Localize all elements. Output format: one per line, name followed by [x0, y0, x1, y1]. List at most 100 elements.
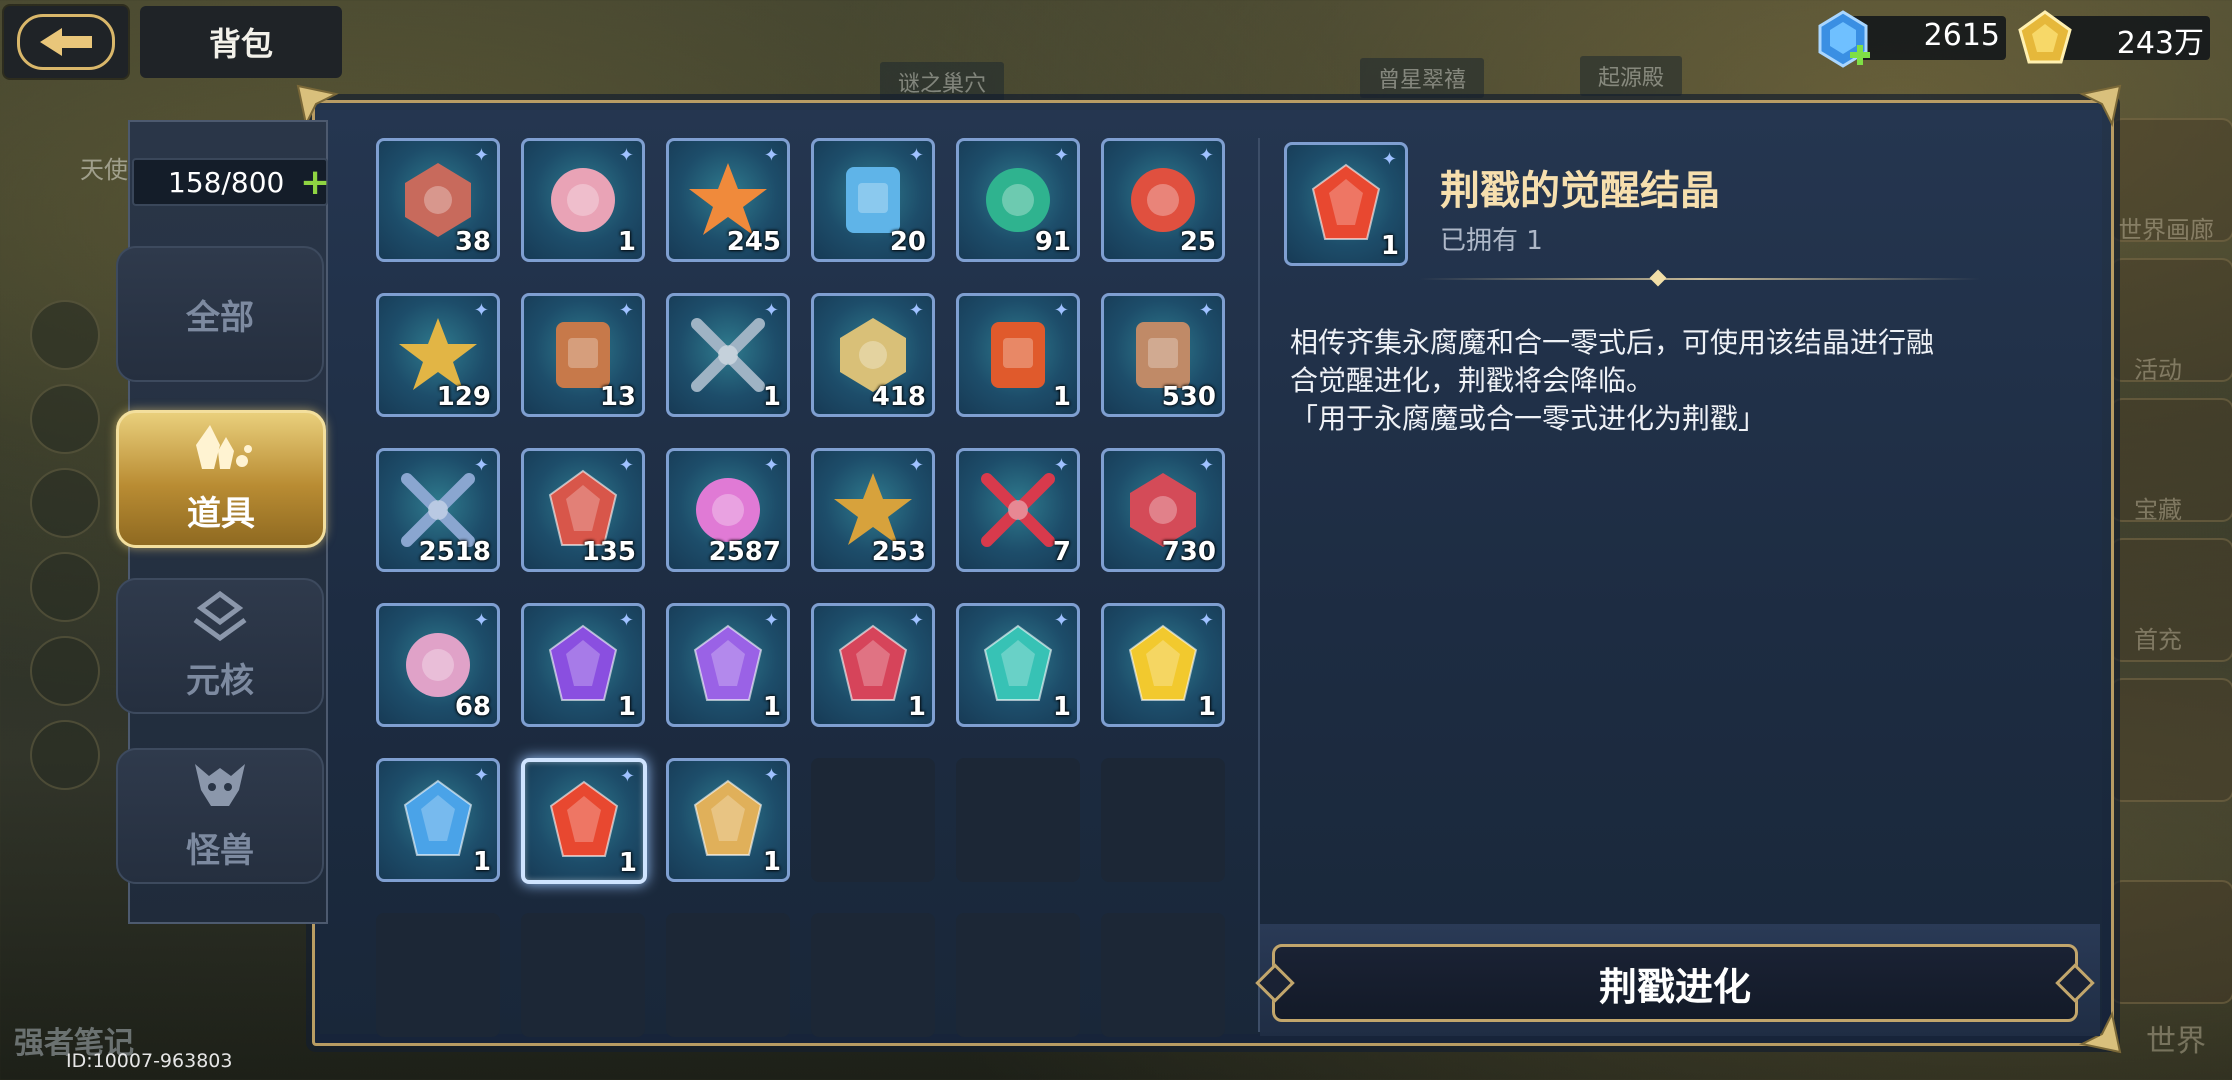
item-count: 91	[1034, 227, 1071, 257]
empty-slot	[1101, 913, 1225, 1037]
sparkle-icon: ✦	[1198, 455, 1214, 476]
inventory-slot[interactable]: ✦ 253	[811, 448, 935, 572]
evolve-button[interactable]: 荆戳进化	[1255, 944, 2095, 1022]
sparkle-icon: ✦	[763, 455, 779, 476]
empty-slot	[811, 913, 935, 1037]
red-blade-icon	[981, 473, 1055, 547]
item-count: 418	[871, 382, 926, 412]
item-count: 2518	[418, 537, 491, 567]
owned-count: 已拥有 1	[1440, 226, 1543, 256]
item-count: 730	[1161, 537, 1216, 567]
inventory-slot[interactable]: ✦ 7	[956, 448, 1080, 572]
inventory-slot[interactable]: ✦ 1	[521, 138, 645, 262]
item-count: 68	[454, 692, 491, 722]
item-count: 1	[762, 847, 781, 877]
inventory-slot[interactable]: ✦ 1	[666, 603, 790, 727]
item-count: 1	[907, 692, 926, 722]
inventory-slot[interactable]: ✦ 13	[521, 293, 645, 417]
inventory-slot[interactable]: ✦ 245	[666, 138, 790, 262]
item-grid: ✦ 38 ✦ 1 ✦ 245 ✦ 20 ✦ 91 ✦ 25 ✦ 129 ✦ 13 ✦ 1 ✦ 418 ✦ 1 ✦ 530 ✦ 25…	[376, 138, 1225, 1037]
category-label: 元核	[186, 661, 254, 701]
sparkle-icon: ✦	[908, 610, 924, 631]
inventory-slot[interactable]: ✦ 91	[956, 138, 1080, 262]
item-count: 1	[1052, 382, 1071, 412]
side-menu-icon	[30, 720, 100, 790]
inventory-slot[interactable]: ✦ 1	[1101, 603, 1225, 727]
sparkle-icon: ✦	[618, 455, 634, 476]
expand-capacity-plus-icon[interactable]: +	[300, 162, 330, 203]
selected-item-count: 1	[1380, 231, 1399, 261]
blue-gem-icon[interactable]	[1812, 8, 1874, 70]
item-count: 38	[454, 227, 491, 257]
category-tab-monster[interactable]: 怪兽	[116, 748, 324, 884]
category-tab-all[interactable]: 全部	[116, 246, 324, 382]
item-count: 20	[889, 227, 926, 257]
background-label: 天使	[80, 156, 128, 184]
gold-crystal-icon	[1128, 624, 1198, 701]
inventory-slot[interactable]: ✦ 530	[1101, 293, 1225, 417]
inventory-slot[interactable]: ✦ 1	[811, 603, 935, 727]
category-tab-core[interactable]: 元核	[116, 578, 324, 714]
evolve-button-label: 荆戳进化	[1598, 964, 1751, 1009]
empty-slot	[1101, 758, 1225, 882]
inventory-slot[interactable]: ✦ 68	[376, 603, 500, 727]
inventory-slot[interactable]: ✦ 730	[1101, 448, 1225, 572]
awakening-crystal-icon	[1311, 163, 1381, 240]
inventory-slot[interactable]: ✦ 1	[521, 758, 647, 884]
item-count: 25	[1179, 227, 1216, 257]
empty-slot	[811, 758, 935, 882]
sparkle-icon: ✦	[473, 455, 489, 476]
inventory-slot[interactable]: ✦ 2518	[376, 448, 500, 572]
description-line: 合觉醒进化，荆戳将会降临。	[1290, 364, 1655, 397]
inventory-slot[interactable]: ✦ 1	[956, 603, 1080, 727]
inventory-slot[interactable]: ✦ 1	[521, 603, 645, 727]
side-event-label: 活动	[2134, 356, 2182, 384]
empty-slot	[956, 758, 1080, 882]
item-count: 1	[1197, 692, 1216, 722]
inventory-slot[interactable]: ✦ 20	[811, 138, 935, 262]
item-count: 530	[1161, 382, 1216, 412]
inventory-slot[interactable]: ✦ 25	[1101, 138, 1225, 262]
category-tab-items[interactable]: 道具	[116, 410, 326, 548]
back-button[interactable]	[4, 6, 128, 78]
sparkle-icon: ✦	[1053, 610, 1069, 631]
capacity-display: 158/800	[132, 158, 328, 206]
side-menu-icon	[30, 552, 100, 622]
inventory-slot[interactable]: ✦ 1	[376, 758, 500, 882]
inventory-slot[interactable]: ✦ 1	[956, 293, 1080, 417]
item-count: 1	[617, 692, 636, 722]
item-count: 2587	[708, 537, 781, 567]
crystal-cluster-icon	[186, 423, 256, 482]
teal-crystal-icon	[983, 624, 1053, 701]
inventory-slot[interactable]: ✦ 1	[666, 293, 790, 417]
side-menu-icon	[30, 636, 100, 706]
inventory-slot[interactable]: ✦ 38	[376, 138, 500, 262]
sparkle-icon: ✦	[763, 145, 779, 166]
item-count: 129	[436, 382, 491, 412]
sparkle-icon: ✦	[1198, 145, 1214, 166]
item-count: 1	[618, 848, 637, 878]
diamond-count: 2615	[1923, 18, 2000, 53]
side-event-label: 世界	[2146, 1024, 2206, 1059]
prism-crystal-icon	[693, 779, 763, 856]
awakening-crystal-icon	[549, 780, 619, 857]
sparkle-icon: ✦	[618, 610, 634, 631]
background-label: 起源殿	[1580, 56, 1683, 96]
sparkle-icon: ✦	[763, 300, 779, 321]
empty-slot	[956, 913, 1080, 1037]
item-count: 245	[726, 227, 781, 257]
sparkle-icon: ✦	[1053, 145, 1069, 166]
infinity-orb-icon	[551, 168, 615, 232]
blue-crystal-icon	[403, 779, 473, 856]
inventory-slot[interactable]: ✦ 135	[521, 448, 645, 572]
item-description: 相传齐集永腐魔和合一零式后，可使用该结晶进行融 合觉醒进化，荆戳将会降临。 「用…	[1290, 324, 2010, 438]
item-count: 1	[617, 227, 636, 257]
side-menu-icon	[30, 384, 100, 454]
inventory-slot[interactable]: ✦ 1	[666, 758, 790, 882]
inventory-slot[interactable]: ✦ 129	[376, 293, 500, 417]
flame-card-icon	[991, 322, 1045, 388]
sparkle-icon: ✦	[1198, 610, 1214, 631]
violet-crystal-icon	[693, 624, 763, 701]
inventory-slot[interactable]: ✦ 418	[811, 293, 935, 417]
inventory-slot[interactable]: ✦ 2587	[666, 448, 790, 572]
